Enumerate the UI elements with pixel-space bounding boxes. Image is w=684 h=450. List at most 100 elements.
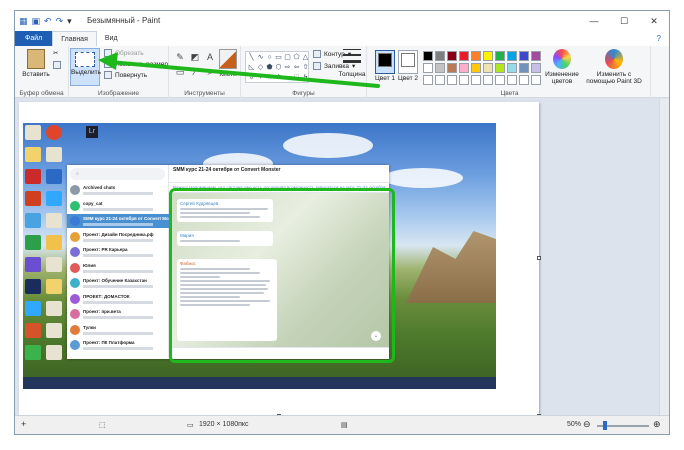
palette-swatch[interactable] (531, 63, 541, 73)
cut-button[interactable]: ✂ (53, 49, 58, 57)
zoom-in-button[interactable]: ⊕ (653, 419, 661, 430)
shapes-gallery[interactable]: ╲ ∿ ○ ▭ ▢ ⬠ △ ◺ ◇ ⬟ ⬡ ⇨ ⇦ ⇧ ⇩ ✦ ☆ ✡ ▱ ♡ (245, 51, 309, 83)
chat-list-item[interactable]: Проект: ПК Платформа (67, 338, 169, 352)
arrow-right-shape-icon[interactable]: ⇨ (283, 63, 292, 73)
paint3d-button[interactable]: Изменить с помощью Paint 3D (585, 49, 643, 85)
rectangle-shape-icon[interactable]: ▭ (274, 53, 283, 63)
hexagon-shape-icon[interactable]: ⬡ (274, 63, 283, 73)
palette-swatch[interactable] (483, 75, 493, 85)
text-tool-icon[interactable]: A (204, 51, 216, 63)
pentagon-shape-icon[interactable]: ⬟ (265, 63, 274, 73)
color-picker-icon[interactable]: ⁄ (189, 66, 201, 78)
palette-swatch[interactable] (507, 51, 517, 61)
brushes-button[interactable]: Кисти (217, 49, 239, 78)
chat-list-item[interactable]: ПРОЕКТ: ДОМАСТОК (67, 292, 169, 306)
polygon-shape-icon[interactable]: ⬠ (292, 53, 301, 63)
rounded-rect-shape-icon[interactable]: ▢ (283, 53, 292, 63)
color1-button[interactable] (375, 50, 395, 74)
star6-shape-icon[interactable]: ✡ (274, 73, 283, 83)
chat-list-item[interactable]: Проект: Обучение Казахстан (67, 276, 169, 290)
palette-swatch[interactable] (435, 63, 445, 73)
palette-swatch[interactable] (447, 63, 457, 73)
oval-shape-icon[interactable]: ○ (265, 53, 274, 63)
line-shape-icon[interactable]: ╲ (247, 53, 256, 63)
palette-swatch[interactable] (471, 75, 481, 85)
triangle-shape-icon[interactable]: △ (301, 53, 310, 63)
palette-swatch[interactable] (483, 51, 493, 61)
chat-list-item[interactable]: copy_cat (67, 199, 169, 213)
minimize-button[interactable]: — (579, 11, 609, 31)
lightning-shape-icon[interactable]: ϟ (301, 73, 310, 83)
arrow-up-shape-icon[interactable]: ⇧ (301, 63, 310, 73)
pencil-icon[interactable]: ✎ (174, 51, 186, 63)
palette-swatch[interactable] (531, 75, 541, 85)
zoom-out-button[interactable]: ⊖ (583, 419, 591, 430)
palette-swatch[interactable] (471, 63, 481, 73)
tab-home[interactable]: Главная (52, 31, 97, 46)
magnifier-icon[interactable]: ⌕ (204, 66, 216, 78)
palette-swatch[interactable] (435, 75, 445, 85)
crop-button[interactable]: Обрезать (104, 49, 144, 57)
resize-handle-right[interactable] (537, 256, 541, 260)
arrow-down-shape-icon[interactable]: ⇩ (247, 73, 256, 83)
chat-list-item[interactable]: Юлия (67, 261, 169, 275)
palette-swatch[interactable] (471, 51, 481, 61)
chat-list-item[interactable]: SMM курс 21-24 октября от Convert Monste… (67, 214, 180, 228)
arrow-left-shape-icon[interactable]: ⇦ (292, 63, 301, 73)
palette-swatch[interactable] (519, 75, 529, 85)
right-triangle-shape-icon[interactable]: ◺ (247, 63, 256, 73)
maximize-button[interactable]: ☐ (609, 11, 639, 31)
canvas[interactable]: Lr ⌕ Archived chats copy_cat SMM курс 21-2… (19, 102, 541, 418)
undo-icon[interactable]: ↶ (44, 16, 52, 26)
resize-button[interactable]: Изменить размер (104, 60, 168, 68)
palette-swatch[interactable] (459, 51, 469, 61)
palette-swatch[interactable] (531, 51, 541, 61)
palette-swatch[interactable] (483, 63, 493, 73)
copy-button[interactable] (53, 61, 61, 69)
palette-swatch[interactable] (495, 51, 505, 61)
palette-swatch[interactable] (459, 63, 469, 73)
telegram-search[interactable]: ⌕ (70, 168, 165, 180)
paste-button[interactable]: Вставить (21, 49, 51, 78)
edit-colors-button[interactable]: Изменение цветов (545, 49, 579, 85)
callout-shape-icon[interactable]: ▱ (283, 73, 292, 83)
palette-swatch[interactable] (423, 63, 433, 73)
redo-icon[interactable]: ↷ (56, 16, 64, 26)
help-icon[interactable]: ? (657, 31, 669, 46)
customize-qat-icon[interactable]: ▾ (67, 16, 72, 26)
palette-swatch[interactable] (507, 63, 517, 73)
palette-swatch[interactable] (423, 51, 433, 61)
chat-list-item[interactable]: Archived chats (67, 183, 169, 197)
rotate-button[interactable]: Повернуть (104, 71, 147, 79)
pasted-screenshot[interactable]: Lr ⌕ Archived chats copy_cat SMM курс 21-2… (23, 123, 496, 389)
close-button[interactable]: ✕ (639, 11, 669, 31)
palette-swatch[interactable] (459, 75, 469, 85)
diamond-shape-icon[interactable]: ◇ (256, 63, 265, 73)
star4-shape-icon[interactable]: ✦ (256, 73, 265, 83)
size-button[interactable]: Толщина (337, 49, 367, 78)
palette-swatch[interactable] (447, 51, 457, 61)
palette-swatch[interactable] (447, 75, 457, 85)
palette-swatch[interactable] (519, 51, 529, 61)
vertical-scrollbar[interactable] (659, 99, 669, 417)
palette-swatch[interactable] (495, 63, 505, 73)
eraser-icon[interactable]: ▭ (174, 66, 186, 78)
tab-view[interactable]: Вид (97, 31, 126, 46)
chat-list-item[interactable]: Проект: PR Карьера (67, 245, 169, 259)
save-icon[interactable]: ▣ (32, 16, 41, 26)
zoom-slider-thumb[interactable] (603, 421, 607, 430)
chat-list-item[interactable]: Тулки (67, 323, 169, 337)
select-button[interactable]: Выделить (70, 48, 101, 86)
fill-bucket-icon[interactable]: ◩ (189, 51, 201, 63)
tab-file[interactable]: Файл (15, 31, 53, 46)
palette-swatch[interactable] (519, 63, 529, 73)
palette-swatch[interactable] (495, 75, 505, 85)
palette-swatch[interactable] (435, 51, 445, 61)
chat-list-item[interactable]: Проект: при.вета (67, 307, 169, 321)
heart-shape-icon[interactable]: ♡ (292, 73, 301, 83)
chat-list-item[interactable]: Проект: Дизайн Посредника.рф (67, 230, 169, 244)
color2-button[interactable] (398, 50, 418, 74)
palette-swatch[interactable] (507, 75, 517, 85)
curve-shape-icon[interactable]: ∿ (256, 53, 265, 63)
star5-shape-icon[interactable]: ☆ (265, 73, 274, 83)
